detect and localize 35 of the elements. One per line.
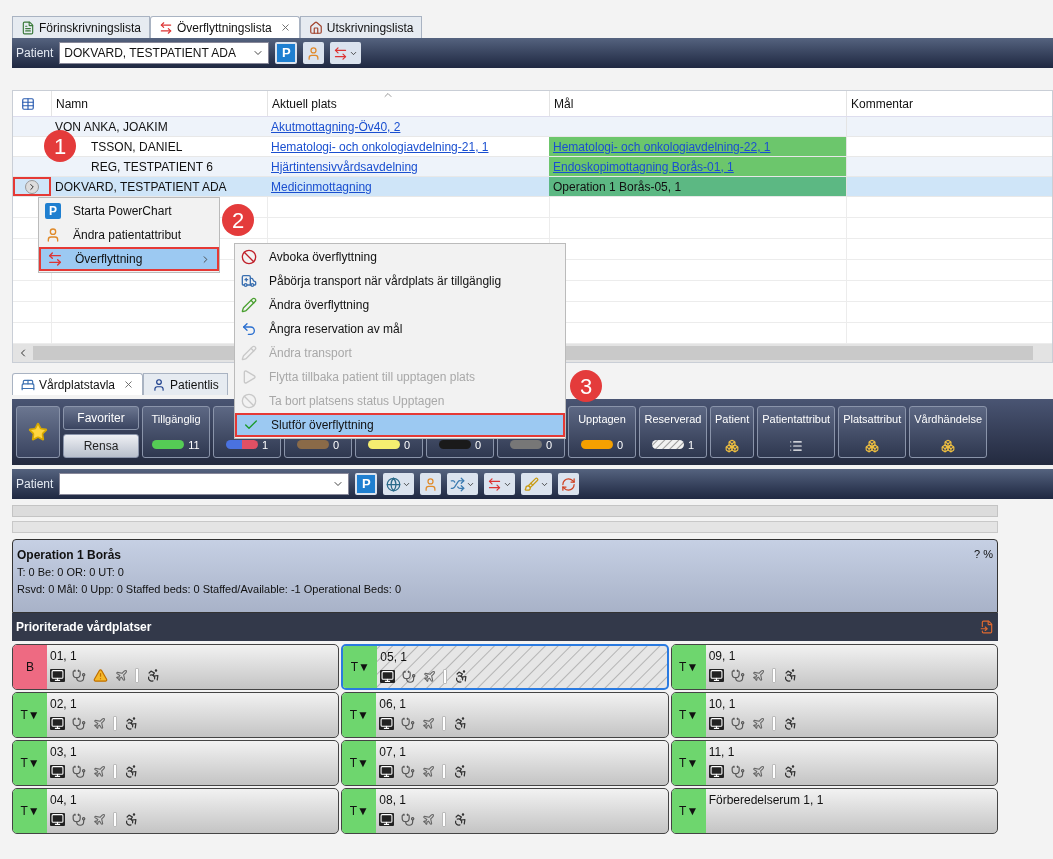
field-label: Patient	[16, 45, 54, 62]
bed-name: 09, 1	[708, 648, 737, 665]
bed-name: 02, 1	[50, 696, 78, 713]
occupancy-percent: ? %	[974, 547, 993, 562]
unit-stats: Rsvd: 0 Mål: 0 Upp: 0 Staffed beds: 0 Staffed/Available: -1 Operational Beds: 0	[17, 581, 401, 597]
goal-cell: Endoskopimottagning Borås-01, 1	[549, 157, 846, 176]
count: 1	[261, 437, 269, 453]
bed-name: 05, 1	[380, 649, 409, 666]
bed-name: 06, 1	[379, 696, 408, 713]
powerchart-icon: P	[45, 203, 61, 219]
bed-name: 07, 1	[379, 744, 408, 761]
goal-cell: Operation 1 Borås-05, 1	[549, 177, 846, 196]
step-marker: 3	[570, 370, 602, 402]
field-label: Patient	[16, 476, 54, 493]
section-header: Prioriterade vårdplatser	[12, 613, 998, 641]
name-cell-text: REG, TESTPATIENT 6	[91, 158, 213, 176]
name-cell-text: TSSON, DANIEL	[91, 138, 183, 156]
count: 0	[545, 437, 553, 453]
count: 11	[188, 437, 200, 453]
bed-name: 10, 1	[708, 696, 737, 713]
bed-name: 01, 1	[50, 648, 78, 665]
bed-name: 11, 1	[708, 744, 736, 761]
goal-cell: Hematologi- och onkologiavdelning-22, 1	[549, 137, 846, 156]
count: 1	[687, 437, 695, 453]
bed-name: 04, 1	[50, 792, 78, 809]
name-cell-text: DOKVARD, TESTPATIENT ADA	[55, 178, 227, 196]
count: 0	[403, 437, 411, 453]
bed-name: 08, 1	[379, 792, 408, 809]
count: 0	[332, 437, 340, 453]
count: 0	[616, 437, 624, 453]
bed-name: Förberedelserum 1, 1	[708, 792, 824, 809]
count: 0	[474, 437, 482, 453]
bed-name: 03, 1	[50, 744, 78, 761]
unit-counts: T: 0 Be: 0 OR: 0 UT: 0	[17, 565, 125, 580]
unit-title: Operation 1 Borås	[17, 547, 123, 564]
